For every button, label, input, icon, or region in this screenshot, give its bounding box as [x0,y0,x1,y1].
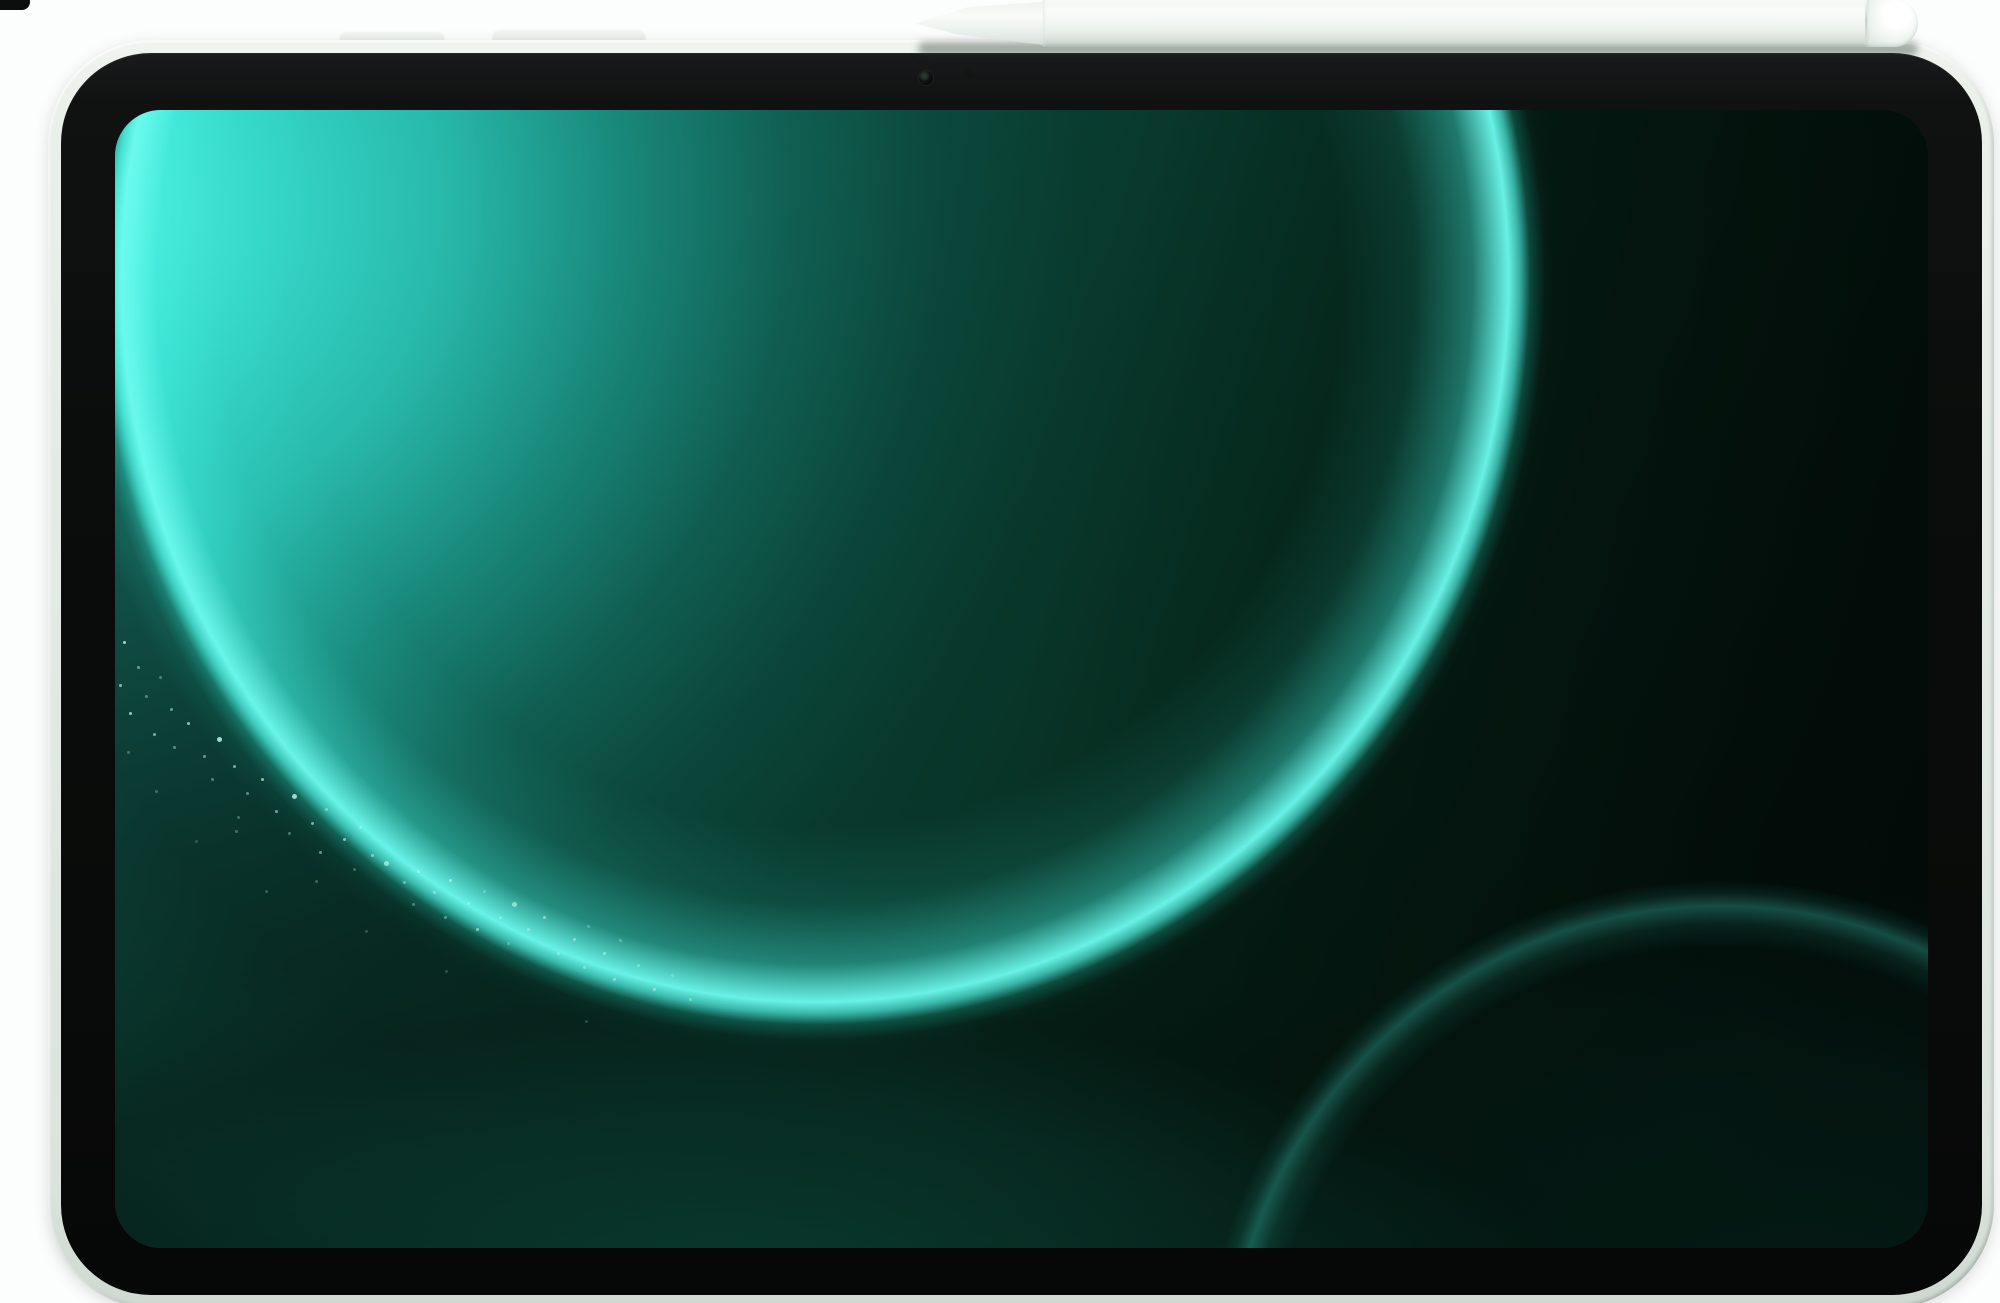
wallpaper-gradient [115,110,1928,1248]
stylus-body [1043,0,1868,47]
tablet-screen [115,110,1928,1248]
photo-corner-sliver [0,0,30,10]
stylus-pen [915,0,1918,48]
stylus-cap [1867,0,1918,47]
product-photo-stage [0,0,2000,1303]
wallpaper-speckles [115,110,118,113]
front-camera-dot [919,71,933,85]
stylus-tip [915,1,1053,46]
light-sensor-dot [964,70,973,79]
